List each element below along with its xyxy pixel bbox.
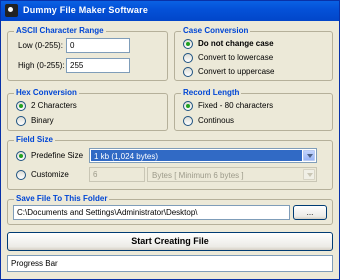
radio-binary[interactable] <box>16 116 26 126</box>
2-characters-label: 2 Characters <box>31 101 77 110</box>
chevron-down-icon <box>307 173 313 177</box>
progress-bar: Progress Bar <box>7 255 333 272</box>
hex-conversion-title: Hex Conversion <box>14 88 79 97</box>
radio-customize[interactable] <box>16 170 26 180</box>
high-label: High (0-255): <box>18 61 65 70</box>
save-folder-title: Save File To This Folder <box>14 194 110 203</box>
start-creating-button[interactable]: Start Creating File <box>7 232 333 251</box>
radio-fixed-80[interactable] <box>183 101 193 111</box>
title-bar[interactable]: Dummy File Maker Software <box>1 1 339 21</box>
continous-label: Continous <box>198 116 235 125</box>
browse-button[interactable]: ... <box>293 205 327 220</box>
app-window: Dummy File Maker Software ASCII Characte… <box>0 0 340 280</box>
no-change-case-label: Do not change case <box>198 39 274 48</box>
app-icon <box>5 4 18 17</box>
predefine-size-label: Predefine Size <box>31 151 84 160</box>
uppercase-label: Convert to uppercase <box>198 67 275 76</box>
radio-no-change-case[interactable] <box>183 39 193 49</box>
radio-predefine-size[interactable] <box>16 151 26 161</box>
case-conversion-group: Case Conversion Do not change case Conve… <box>174 26 333 81</box>
hex-conversion-group: Hex Conversion 2 Characters Binary <box>7 88 168 131</box>
ascii-range-group: ASCII Character Range Low (0-255): High … <box>7 26 168 81</box>
ascii-range-title: ASCII Character Range <box>14 26 106 35</box>
radio-2-characters[interactable] <box>16 101 26 111</box>
binary-label: Binary <box>31 116 54 125</box>
predefine-size-value: 1 kb (1,024 bytes) <box>91 150 302 161</box>
radio-continous[interactable] <box>183 116 193 126</box>
customize-label: Customize <box>31 170 69 179</box>
dropdown-button[interactable] <box>303 150 315 161</box>
folder-path-input[interactable] <box>13 205 290 220</box>
low-input[interactable] <box>66 38 130 53</box>
radio-uppercase[interactable] <box>183 67 193 77</box>
unit-select[interactable]: Bytes [ Minimum 6 bytes ] <box>147 167 317 182</box>
window-title: Dummy File Maker Software <box>23 5 149 15</box>
field-size-group: Field Size Predefine Size 1 kb (1,024 by… <box>7 135 333 190</box>
radio-lowercase[interactable] <box>183 53 193 63</box>
customize-size-input[interactable] <box>89 167 145 182</box>
field-size-title: Field Size <box>14 135 55 144</box>
chevron-down-icon <box>307 154 313 158</box>
progress-label: Progress Bar <box>11 259 58 268</box>
unit-value: Bytes [ Minimum 6 bytes ] <box>152 171 244 180</box>
high-input[interactable] <box>66 58 130 73</box>
case-conversion-title: Case Conversion <box>181 26 251 35</box>
save-folder-group: Save File To This Folder ... <box>7 194 333 225</box>
lowercase-label: Convert to lowercase <box>198 53 274 62</box>
record-length-title: Record Length <box>181 88 242 97</box>
low-label: Low (0-255): <box>18 41 63 50</box>
fixed-80-label: Fixed - 80 characters <box>198 101 274 110</box>
predefine-size-select[interactable]: 1 kb (1,024 bytes) <box>89 148 317 163</box>
record-length-group: Record Length Fixed - 80 characters Cont… <box>174 88 333 131</box>
unit-dropdown-button[interactable] <box>303 169 315 180</box>
